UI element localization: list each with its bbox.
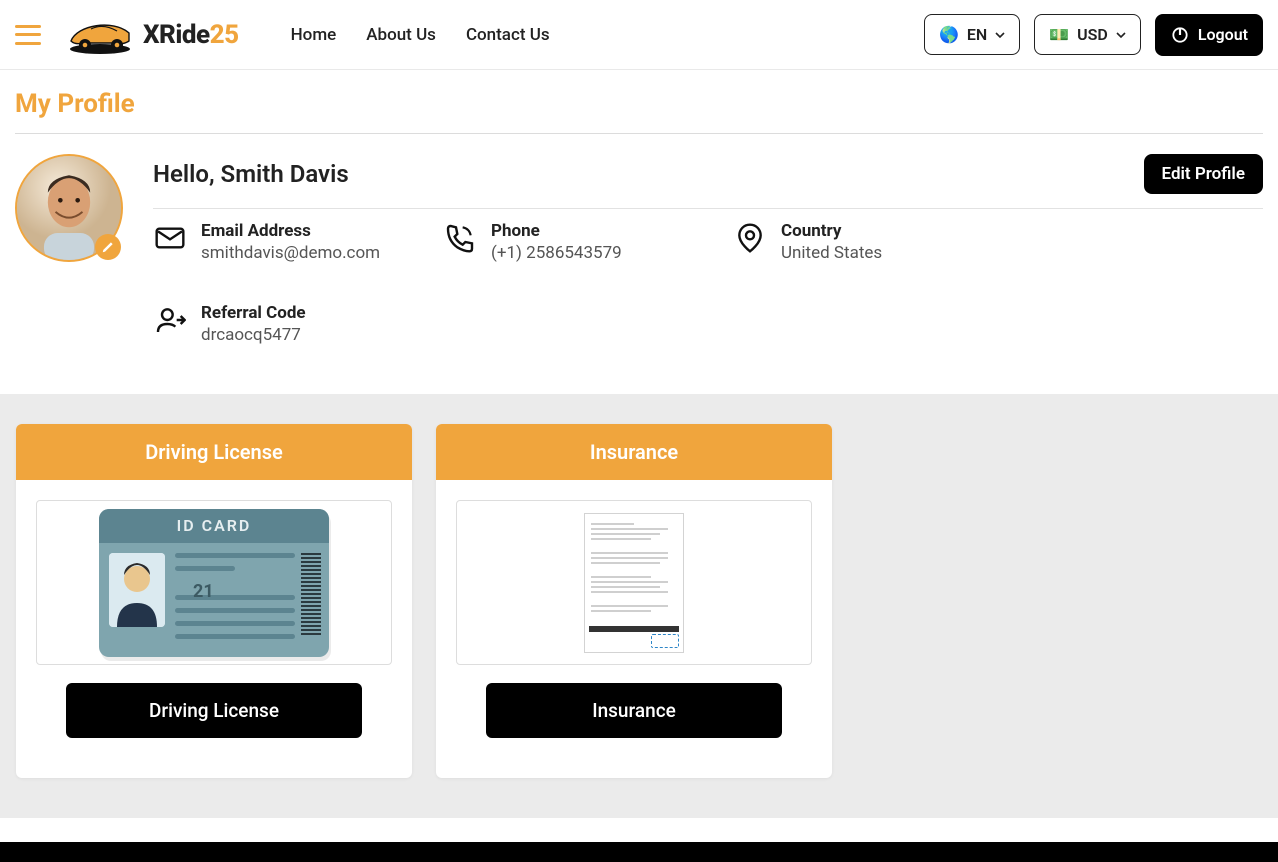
- phone-icon: [443, 221, 477, 255]
- documents-section: Driving License ID CARD 21 Dri: [0, 394, 1278, 818]
- power-icon: [1170, 25, 1190, 45]
- pencil-icon: [101, 240, 115, 254]
- logout-button[interactable]: Logout: [1155, 14, 1263, 56]
- divider: [15, 133, 1263, 134]
- nav-about[interactable]: About Us: [366, 25, 436, 45]
- email-value: smithdavis@demo.com: [201, 243, 380, 263]
- phone-value: (+1) 2586543579: [491, 243, 622, 263]
- license-card-header: Driving License: [16, 424, 412, 480]
- language-selector[interactable]: 🌎 EN: [924, 14, 1020, 55]
- info-referral: Referral Code drcaocq5477: [153, 303, 403, 345]
- id-card-title: ID CARD: [99, 509, 329, 543]
- info-phone: Phone (+1) 2586543579: [443, 221, 693, 263]
- insurance-preview[interactable]: [456, 500, 812, 665]
- referral-value: drcaocq5477: [201, 325, 306, 345]
- insurance-button[interactable]: Insurance: [486, 683, 782, 738]
- edit-avatar-button[interactable]: [95, 234, 121, 260]
- license-button[interactable]: Driving License: [66, 683, 362, 738]
- id-age: 21: [193, 581, 214, 602]
- insurance-card-header: Insurance: [436, 424, 832, 480]
- country-label: Country: [781, 221, 882, 241]
- cash-icon: 💵: [1049, 25, 1069, 44]
- license-preview[interactable]: ID CARD 21: [36, 500, 392, 665]
- insurance-card: Insurance Insurance: [436, 424, 832, 778]
- location-pin-icon: [733, 221, 767, 255]
- logo[interactable]: XRide25: [63, 15, 239, 55]
- country-value: United States: [781, 243, 882, 263]
- email-label: Email Address: [201, 221, 380, 241]
- main-nav: Home About Us Contact Us: [291, 25, 550, 45]
- chevron-down-icon: [1116, 30, 1126, 40]
- logout-label: Logout: [1198, 25, 1248, 44]
- nav-contact[interactable]: Contact Us: [466, 25, 550, 45]
- phone-label: Phone: [491, 221, 622, 241]
- greeting: Hello, Smith Davis: [153, 160, 349, 188]
- menu-toggle-icon[interactable]: [15, 25, 41, 45]
- currency-selector[interactable]: 💵 USD: [1034, 14, 1141, 55]
- license-card: Driving License ID CARD 21 Dri: [16, 424, 412, 778]
- car-logo-icon: [63, 15, 137, 55]
- divider: [153, 208, 1263, 209]
- referral-label: Referral Code: [201, 303, 306, 323]
- edit-profile-button[interactable]: Edit Profile: [1144, 154, 1263, 194]
- user-share-icon: [153, 303, 187, 337]
- logo-text: XRide25: [143, 20, 239, 50]
- chevron-down-icon: [995, 30, 1005, 40]
- info-country: Country United States: [733, 221, 983, 263]
- nav-home[interactable]: Home: [291, 25, 337, 45]
- footer: [0, 842, 1278, 862]
- page-title: My Profile: [15, 89, 1263, 119]
- info-email: Email Address smithdavis@demo.com: [153, 221, 403, 263]
- language-label: EN: [967, 25, 987, 44]
- currency-label: USD: [1077, 25, 1108, 44]
- header: XRide25 Home About Us Contact Us 🌎 EN 💵 …: [0, 0, 1278, 70]
- envelope-icon: [153, 221, 187, 255]
- globe-icon: 🌎: [939, 25, 959, 44]
- avatar-container: [15, 154, 123, 262]
